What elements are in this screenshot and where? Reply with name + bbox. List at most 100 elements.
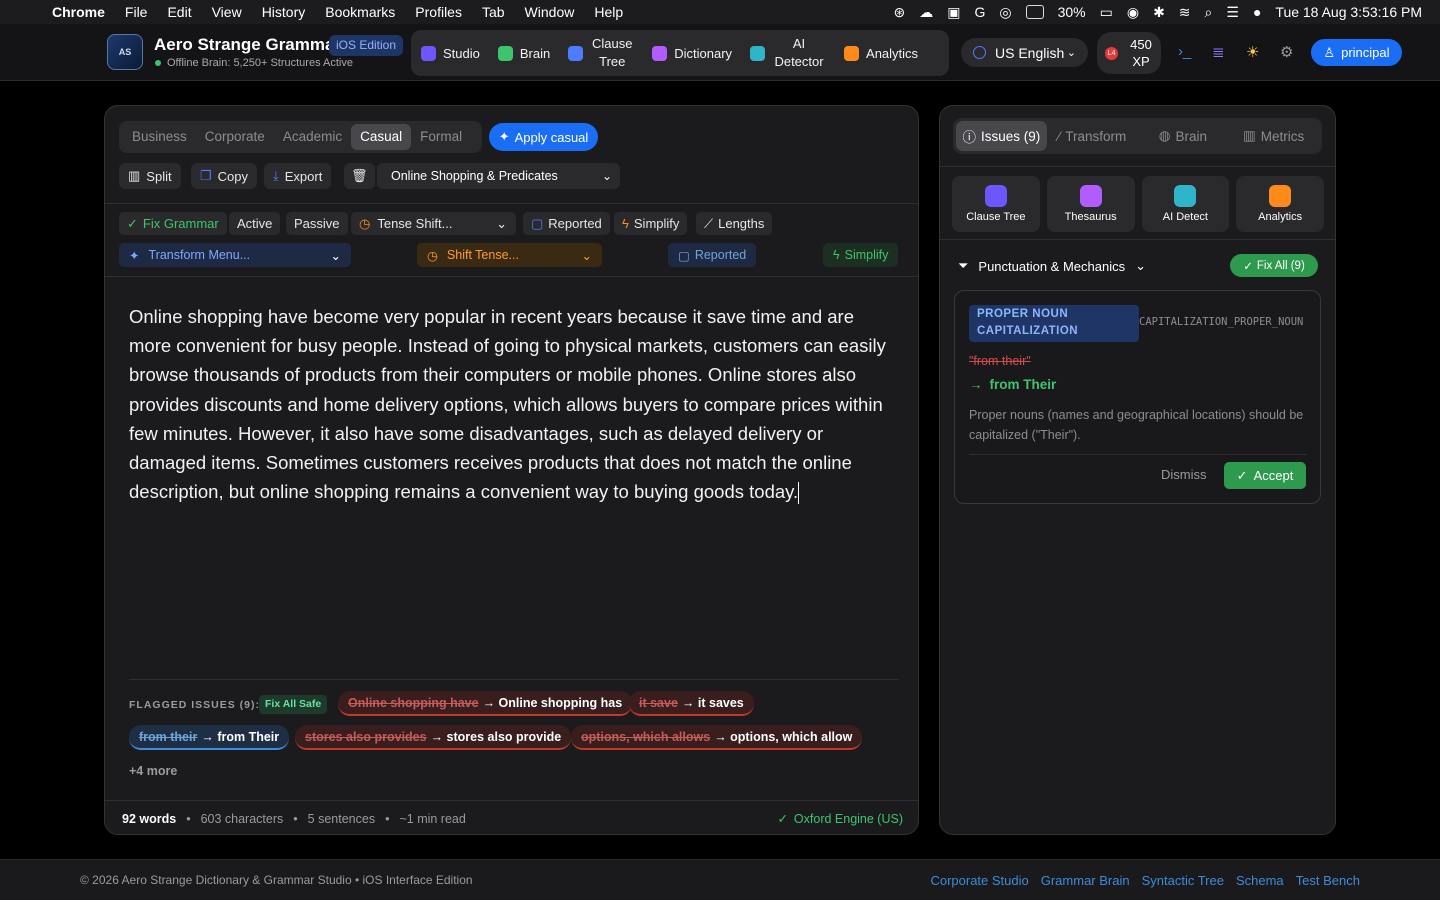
- database-icon[interactable]: ≣: [1212, 43, 1225, 61]
- terminal-icon[interactable]: ›_: [1178, 43, 1191, 60]
- footer-link-syntactic-tree[interactable]: Syntactic Tree: [1142, 873, 1224, 888]
- fix-all-button[interactable]: ✓ Fix All (9): [1230, 254, 1318, 277]
- issues-sidebar: ⓘ Issues (9) ⁄ Transform ◍ Brain ▥ Metrics C…: [939, 105, 1336, 835]
- tool-clause-tree[interactable]: Clause Tree: [952, 176, 1040, 232]
- language-select[interactable]: US English ⌄: [961, 38, 1088, 67]
- screen-icon[interactable]: [1025, 5, 1044, 19]
- chevron-down-icon: ⌄: [1135, 258, 1147, 273]
- user-icon[interactable]: ◉: [1127, 4, 1139, 21]
- app-logo[interactable]: AS: [107, 34, 143, 70]
- siri-icon[interactable]: ●: [1253, 4, 1261, 20]
- tab-label: Transform: [1065, 128, 1127, 144]
- dismiss-button[interactable]: Dismiss: [1161, 467, 1207, 482]
- lengths-button[interactable]: ⟋ Lengths: [696, 212, 773, 235]
- tone-business[interactable]: Business: [123, 124, 196, 150]
- tense-shift-select[interactable]: ◷ Tense Shift... ⌄: [351, 212, 516, 235]
- more-issues-link[interactable]: +4 more: [129, 764, 177, 778]
- passive-voice-button[interactable]: Passive: [286, 212, 348, 235]
- xp-badge[interactable]: L4 450 XP: [1097, 32, 1161, 74]
- nav-brain[interactable]: Brain: [497, 45, 550, 61]
- accept-button[interactable]: ✓ Accept: [1224, 462, 1306, 489]
- transform-label: Transform Menu...: [148, 248, 251, 262]
- tone-casual[interactable]: Casual: [351, 124, 412, 150]
- tool-analytics[interactable]: Analytics: [1236, 176, 1324, 232]
- issue-suggestion[interactable]: → from Their: [969, 377, 1056, 392]
- tab-brain[interactable]: ◍ Brain: [1138, 121, 1229, 151]
- menu-history[interactable]: History: [262, 4, 306, 20]
- menu-window[interactable]: Window: [525, 4, 575, 20]
- alert-icon: ⓘ: [962, 130, 976, 145]
- divider: [105, 203, 918, 204]
- simplify-button[interactable]: ϟ Simplify: [614, 212, 688, 235]
- shift-tense-select[interactable]: ◷ Shift Tense... ⌄: [417, 243, 602, 267]
- footer-link-corporate-studio[interactable]: Corporate Studio: [930, 873, 1028, 888]
- preset-select[interactable]: Online Shopping & Predicates ⌄: [377, 163, 620, 189]
- bolt-icon: ϟ: [622, 216, 629, 231]
- tone-formal[interactable]: Formal: [411, 124, 471, 150]
- tone-corporate[interactable]: Corporate: [196, 124, 274, 150]
- user-button[interactable]: ♙ principal: [1311, 39, 1402, 66]
- cloud-icon[interactable]: ☁: [919, 4, 933, 21]
- tab-issues[interactable]: ⓘ Issues (9): [956, 121, 1047, 151]
- split-button[interactable]: ▥ Split: [119, 163, 181, 189]
- footer-link-grammar-brain[interactable]: Grammar Brain: [1041, 873, 1130, 888]
- nav-analytics[interactable]: Analytics: [844, 45, 918, 61]
- accept-label: Accept: [1253, 468, 1294, 483]
- nav-clause-tree[interactable]: Clause Tree: [568, 35, 634, 71]
- grammarly-icon[interactable]: G: [974, 4, 985, 20]
- control-center-icon[interactable]: ☰: [1226, 4, 1239, 21]
- flag-chip[interactable]: Online shopping have → Online shopping ha…: [338, 691, 633, 716]
- xp-value: 450 XP: [1130, 37, 1152, 69]
- simplify-secondary-button[interactable]: ϟ Simplify: [823, 243, 899, 267]
- menu-app[interactable]: Chrome: [52, 4, 105, 20]
- reported-speech-button[interactable]: ▢ Reported: [668, 243, 757, 267]
- flag-chip[interactable]: stores also provides → stores also provid…: [295, 725, 572, 750]
- flag-chip[interactable]: it save → it saves: [629, 691, 754, 716]
- battery-icon[interactable]: ▭: [1100, 4, 1113, 21]
- category-filter[interactable]: ⏷ Punctuation & Mechanics ⌄: [958, 258, 1146, 274]
- menu-file[interactable]: File: [125, 4, 148, 20]
- category-label: Punctuation & Mechanics: [978, 258, 1126, 274]
- transform-menu-select[interactable]: ✦ Transform Menu... ⌄: [119, 243, 351, 267]
- menu-view[interactable]: View: [212, 4, 242, 20]
- tool-thesaurus[interactable]: Thesaurus: [1046, 176, 1135, 232]
- flag-old: options, which allows: [581, 729, 711, 744]
- menu-help[interactable]: Help: [594, 4, 623, 20]
- tone-academic[interactable]: Academic: [274, 124, 351, 150]
- menu-bookmarks[interactable]: Bookmarks: [325, 4, 395, 20]
- copy-button[interactable]: ❐ Copy: [191, 163, 258, 189]
- apply-tone-button[interactable]: ✦ Apply casual: [489, 123, 598, 151]
- menu-profiles[interactable]: Profiles: [415, 4, 462, 20]
- bluetooth-icon[interactable]: ✱: [1153, 4, 1165, 21]
- nav-dictionary[interactable]: Dictionary: [652, 45, 732, 61]
- wifi-icon[interactable]: ≋: [1179, 4, 1191, 21]
- openai-icon[interactable]: ⊛: [894, 4, 906, 21]
- delete-button[interactable]: 🗑: [344, 163, 375, 189]
- fix-grammar-button[interactable]: ✓ Fix Grammar: [119, 212, 227, 235]
- sun-icon[interactable]: ☀: [1246, 43, 1259, 61]
- reported-button[interactable]: ▢ Reported: [523, 212, 610, 235]
- tab-transform[interactable]: ⁄ Transform: [1047, 121, 1138, 151]
- menu-tab[interactable]: Tab: [482, 4, 505, 20]
- clock[interactable]: Tue 18 Aug 3:53:16 PM: [1275, 4, 1422, 20]
- airdrop-icon[interactable]: ◎: [999, 4, 1011, 21]
- fix-all-safe-button[interactable]: Fix All Safe: [259, 695, 328, 714]
- flag-chip[interactable]: options, which allows → options, which al…: [571, 725, 863, 750]
- export-label: Export: [284, 168, 323, 184]
- footer-link-schema[interactable]: Schema: [1236, 873, 1284, 888]
- export-button[interactable]: ⤓ Export: [264, 163, 332, 189]
- footer-link-test-bench[interactable]: Test Bench: [1296, 873, 1360, 888]
- active-voice-button[interactable]: Active: [229, 212, 281, 235]
- tab-metrics[interactable]: ▥ Metrics: [1228, 121, 1319, 151]
- flag-chip-selected[interactable]: from their → from Their: [129, 725, 290, 750]
- menu-edit[interactable]: Edit: [167, 4, 191, 20]
- tool-label: Clause Tree: [966, 211, 1026, 223]
- nav-studio[interactable]: Studio: [421, 45, 480, 61]
- app-status-icon[interactable]: ▣: [947, 4, 960, 21]
- tool-label: AI Detect: [1162, 211, 1208, 223]
- tool-ai-detect[interactable]: AI Detect: [1141, 176, 1230, 232]
- editor-textarea[interactable]: Online shopping have become very popular…: [129, 302, 899, 506]
- nav-ai-detector[interactable]: AI Detector: [750, 35, 826, 71]
- gear-icon[interactable]: ⚙: [1280, 43, 1293, 61]
- search-icon[interactable]: ⌕: [1205, 4, 1213, 21]
